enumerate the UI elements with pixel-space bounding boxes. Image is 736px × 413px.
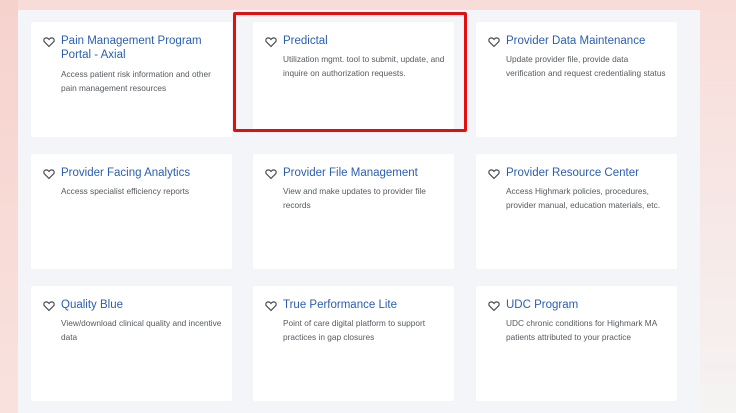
card-description: Access patient risk information and othe… <box>61 69 211 93</box>
card-description: Update provider file, provide data verif… <box>506 54 666 78</box>
app-card-quality-blue[interactable]: Quality Blue View/download clinical qual… <box>31 286 232 401</box>
app-card-provider-file-management[interactable]: Provider File Management View and make u… <box>253 154 454 269</box>
card-description: View and make updates to provider file r… <box>283 186 426 210</box>
card-description: Utilization mgmt. tool to submit, update… <box>283 54 445 78</box>
heart-icon[interactable] <box>43 36 55 48</box>
app-card-udc-program[interactable]: UDC Program UDC chronic conditions for H… <box>476 286 677 401</box>
card-description: Access Highmark policies, procedures, pr… <box>506 186 661 210</box>
card-title[interactable]: Provider Facing Analytics <box>61 166 190 180</box>
card-title[interactable]: Predictal <box>283 34 328 48</box>
app-card-provider-facing-analytics[interactable]: Provider Facing Analytics Access special… <box>31 154 232 269</box>
background-right <box>700 0 736 413</box>
heart-icon[interactable] <box>265 300 277 312</box>
app-card-provider-resource-center[interactable]: Provider Resource Center Access Highmark… <box>476 154 677 269</box>
card-title[interactable]: UDC Program <box>506 298 578 312</box>
app-card-pain-management[interactable]: Pain Management Program Portal - Axial A… <box>31 22 232 137</box>
background-left <box>0 0 18 413</box>
heart-icon[interactable] <box>265 36 277 48</box>
heart-icon[interactable] <box>43 168 55 180</box>
background-top <box>0 0 736 10</box>
heart-icon[interactable] <box>488 36 500 48</box>
heart-icon[interactable] <box>488 168 500 180</box>
card-title[interactable]: Provider File Management <box>283 166 418 180</box>
heart-icon[interactable] <box>265 168 277 180</box>
card-title[interactable]: Quality Blue <box>61 298 123 312</box>
app-card-true-performance-lite[interactable]: True Performance Lite Point of care digi… <box>253 286 454 401</box>
app-card-provider-data-maintenance[interactable]: Provider Data Maintenance Update provide… <box>476 22 677 137</box>
card-description: View/download clinical quality and incen… <box>61 318 222 342</box>
card-title[interactable]: Pain Management Program Portal - Axial <box>61 34 222 62</box>
card-description: Point of care digital platform to suppor… <box>283 318 426 342</box>
app-card-predictal[interactable]: Predictal Utilization mgmt. tool to subm… <box>253 22 454 130</box>
heart-icon[interactable] <box>488 300 500 312</box>
card-description: UDC chronic conditions for Highmark MA p… <box>506 318 657 342</box>
card-description: Access specialist efficiency reports <box>61 186 190 196</box>
card-title[interactable]: Provider Resource Center <box>506 166 639 180</box>
card-title[interactable]: True Performance Lite <box>283 298 397 312</box>
card-title[interactable]: Provider Data Maintenance <box>506 34 645 48</box>
heart-icon[interactable] <box>43 300 55 312</box>
